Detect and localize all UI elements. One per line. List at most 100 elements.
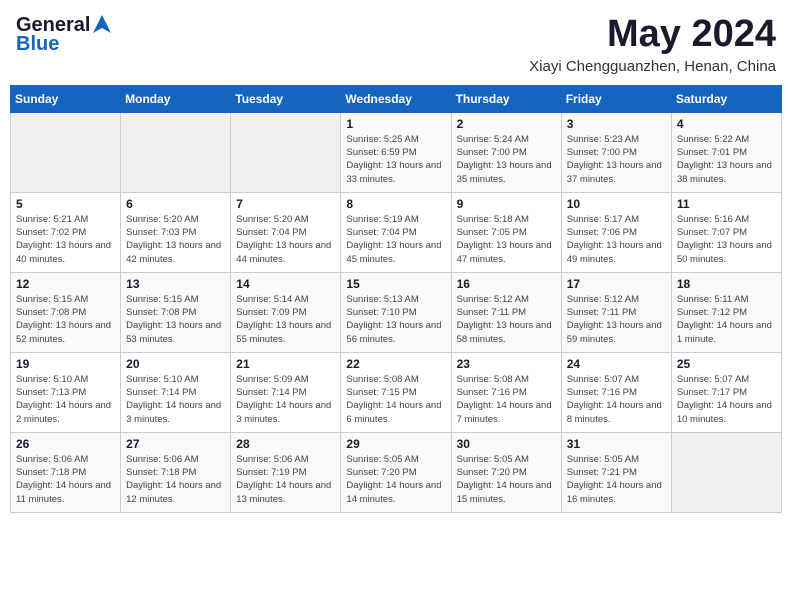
calendar-day-cell: 24 Sunrise: 5:07 AMSunset: 7:16 PMDayligh… <box>561 352 671 432</box>
day-detail: Sunrise: 5:05 AMSunset: 7:21 PMDaylight:… <box>567 453 666 506</box>
day-detail: Sunrise: 5:10 AMSunset: 7:14 PMDaylight:… <box>126 373 225 426</box>
day-detail: Sunrise: 5:24 AMSunset: 7:00 PMDaylight:… <box>457 133 556 186</box>
calendar-day-cell: 13Sunrise: 5:15 AMSunset: 7:08 PMDayligh… <box>121 272 231 352</box>
calendar-day-cell: 29 Sunrise: 5:05 AMSunset: 7:20 PMDayligh… <box>341 432 451 512</box>
day-number: 10 <box>567 197 666 211</box>
day-detail: Sunrise: 5:16 AMSunset: 7:07 PMDaylight:… <box>677 213 776 266</box>
day-number: 25 <box>677 357 776 371</box>
day-number: 16 <box>457 277 556 291</box>
day-number: 15 <box>346 277 445 291</box>
title-block: May 2024 Xiayi Chengguanzhen, Henan, Chi… <box>529 14 776 75</box>
day-number: 24 <box>567 357 666 371</box>
calendar-day-cell: 7Sunrise: 5:20 AMSunset: 7:04 PMDaylight… <box>231 192 341 272</box>
weekday-header-thursday: Thursday <box>451 85 561 112</box>
day-number: 22 <box>346 357 445 371</box>
day-number: 31 <box>567 437 666 451</box>
day-number: 20 <box>126 357 225 371</box>
calendar-day-cell: 5 Sunrise: 5:21 AMSunset: 7:02 PMDaylight… <box>11 192 121 272</box>
calendar-day-cell: 19 Sunrise: 5:10 AMSunset: 7:13 PMDayligh… <box>11 352 121 432</box>
calendar-day-cell: 9 Sunrise: 5:18 AMSunset: 7:05 PMDaylight… <box>451 192 561 272</box>
day-detail: Sunrise: 5:13 AMSunset: 7:10 PMDaylight:… <box>346 293 445 346</box>
calendar-day-cell: 31 Sunrise: 5:05 AMSunset: 7:21 PMDayligh… <box>561 432 671 512</box>
calendar-day-cell: 6Sunrise: 5:20 AMSunset: 7:03 PMDaylight… <box>121 192 231 272</box>
day-number: 26 <box>16 437 115 451</box>
day-detail: Sunrise: 5:06 AMSunset: 7:19 PMDaylight:… <box>236 453 335 506</box>
calendar-day-cell <box>231 112 341 192</box>
calendar-day-cell: 28 Sunrise: 5:06 AMSunset: 7:19 PMDayligh… <box>231 432 341 512</box>
page-header: General Blue May 2024 Xiayi Chengguanzhe… <box>10 10 782 79</box>
calendar-day-cell: 23 Sunrise: 5:08 AMSunset: 7:16 PMDayligh… <box>451 352 561 432</box>
calendar-day-cell: 18Sunrise: 5:11 AMSunset: 7:12 PMDayligh… <box>671 272 781 352</box>
weekday-header-sunday: Sunday <box>11 85 121 112</box>
logo: General Blue <box>16 14 113 56</box>
day-detail: Sunrise: 5:17 AMSunset: 7:06 PMDaylight:… <box>567 213 666 266</box>
day-number: 8 <box>346 197 445 211</box>
day-detail: Sunrise: 5:12 AMSunset: 7:11 PMDaylight:… <box>457 293 556 346</box>
day-detail: Sunrise: 5:06 AMSunset: 7:18 PMDaylight:… <box>16 453 115 506</box>
calendar-week-row: 5 Sunrise: 5:21 AMSunset: 7:02 PMDaylight… <box>11 192 782 272</box>
day-number: 1 <box>346 117 445 131</box>
day-number: 19 <box>16 357 115 371</box>
day-detail: Sunrise: 5:07 AMSunset: 7:16 PMDaylight:… <box>567 373 666 426</box>
calendar-day-cell: 12Sunrise: 5:15 AMSunset: 7:08 PMDayligh… <box>11 272 121 352</box>
day-number: 27 <box>126 437 225 451</box>
day-detail: Sunrise: 5:05 AMSunset: 7:20 PMDaylight:… <box>457 453 556 506</box>
weekday-header-wednesday: Wednesday <box>341 85 451 112</box>
calendar-day-cell: 11 Sunrise: 5:16 AMSunset: 7:07 PMDayligh… <box>671 192 781 272</box>
day-detail: Sunrise: 5:15 AMSunset: 7:08 PMDaylight:… <box>126 293 225 346</box>
day-number: 18 <box>677 277 776 291</box>
calendar-day-cell: 26 Sunrise: 5:06 AMSunset: 7:18 PMDayligh… <box>11 432 121 512</box>
calendar-day-cell <box>671 432 781 512</box>
calendar-day-cell: 17 Sunrise: 5:12 AMSunset: 7:11 PMDayligh… <box>561 272 671 352</box>
day-detail: Sunrise: 5:20 AMSunset: 7:04 PMDaylight:… <box>236 213 335 266</box>
calendar-day-cell: 25Sunrise: 5:07 AMSunset: 7:17 PMDayligh… <box>671 352 781 432</box>
calendar-day-cell: 27Sunrise: 5:06 AMSunset: 7:18 PMDayligh… <box>121 432 231 512</box>
calendar-day-cell: 21 Sunrise: 5:09 AMSunset: 7:14 PMDayligh… <box>231 352 341 432</box>
calendar-day-cell: 22 Sunrise: 5:08 AMSunset: 7:15 PMDayligh… <box>341 352 451 432</box>
day-number: 14 <box>236 277 335 291</box>
day-detail: Sunrise: 5:18 AMSunset: 7:05 PMDaylight:… <box>457 213 556 266</box>
location-title: Xiayi Chengguanzhen, Henan, China <box>529 58 776 75</box>
day-detail: Sunrise: 5:20 AMSunset: 7:03 PMDaylight:… <box>126 213 225 266</box>
calendar-day-cell: 15 Sunrise: 5:13 AMSunset: 7:10 PMDayligh… <box>341 272 451 352</box>
weekday-header-saturday: Saturday <box>671 85 781 112</box>
day-detail: Sunrise: 5:09 AMSunset: 7:14 PMDaylight:… <box>236 373 335 426</box>
weekday-header-monday: Monday <box>121 85 231 112</box>
calendar-table: SundayMondayTuesdayWednesdayThursdayFrid… <box>10 85 782 513</box>
day-number: 30 <box>457 437 556 451</box>
day-detail: Sunrise: 5:21 AMSunset: 7:02 PMDaylight:… <box>16 213 115 266</box>
day-detail: Sunrise: 5:23 AMSunset: 7:00 PMDaylight:… <box>567 133 666 186</box>
day-number: 9 <box>457 197 556 211</box>
day-detail: Sunrise: 5:05 AMSunset: 7:20 PMDaylight:… <box>346 453 445 506</box>
day-detail: Sunrise: 5:08 AMSunset: 7:15 PMDaylight:… <box>346 373 445 426</box>
day-detail: Sunrise: 5:19 AMSunset: 7:04 PMDaylight:… <box>346 213 445 266</box>
day-number: 29 <box>346 437 445 451</box>
calendar-day-cell: 1 Sunrise: 5:25 AMSunset: 6:59 PMDaylight… <box>341 112 451 192</box>
day-detail: Sunrise: 5:08 AMSunset: 7:16 PMDaylight:… <box>457 373 556 426</box>
day-number: 5 <box>16 197 115 211</box>
day-number: 2 <box>457 117 556 131</box>
day-detail: Sunrise: 5:12 AMSunset: 7:11 PMDaylight:… <box>567 293 666 346</box>
logo-icon <box>91 13 113 35</box>
calendar-day-cell: 30 Sunrise: 5:05 AMSunset: 7:20 PMDayligh… <box>451 432 561 512</box>
day-detail: Sunrise: 5:25 AMSunset: 6:59 PMDaylight:… <box>346 133 445 186</box>
day-number: 3 <box>567 117 666 131</box>
day-detail: Sunrise: 5:14 AMSunset: 7:09 PMDaylight:… <box>236 293 335 346</box>
day-detail: Sunrise: 5:10 AMSunset: 7:13 PMDaylight:… <box>16 373 115 426</box>
day-number: 17 <box>567 277 666 291</box>
day-number: 23 <box>457 357 556 371</box>
weekday-header-row: SundayMondayTuesdayWednesdayThursdayFrid… <box>11 85 782 112</box>
calendar-day-cell: 16 Sunrise: 5:12 AMSunset: 7:11 PMDayligh… <box>451 272 561 352</box>
day-number: 4 <box>677 117 776 131</box>
day-number: 12 <box>16 277 115 291</box>
calendar-day-cell: 2 Sunrise: 5:24 AMSunset: 7:00 PMDaylight… <box>451 112 561 192</box>
day-number: 28 <box>236 437 335 451</box>
day-number: 11 <box>677 197 776 211</box>
calendar-week-row: 1 Sunrise: 5:25 AMSunset: 6:59 PMDaylight… <box>11 112 782 192</box>
calendar-day-cell <box>121 112 231 192</box>
weekday-header-friday: Friday <box>561 85 671 112</box>
calendar-week-row: 12 Sunrise: 5:15 AMSunset: 7:08 PMDayligh… <box>11 272 782 352</box>
month-title: May 2024 <box>529 14 776 56</box>
calendar-day-cell <box>11 112 121 192</box>
day-number: 21 <box>236 357 335 371</box>
